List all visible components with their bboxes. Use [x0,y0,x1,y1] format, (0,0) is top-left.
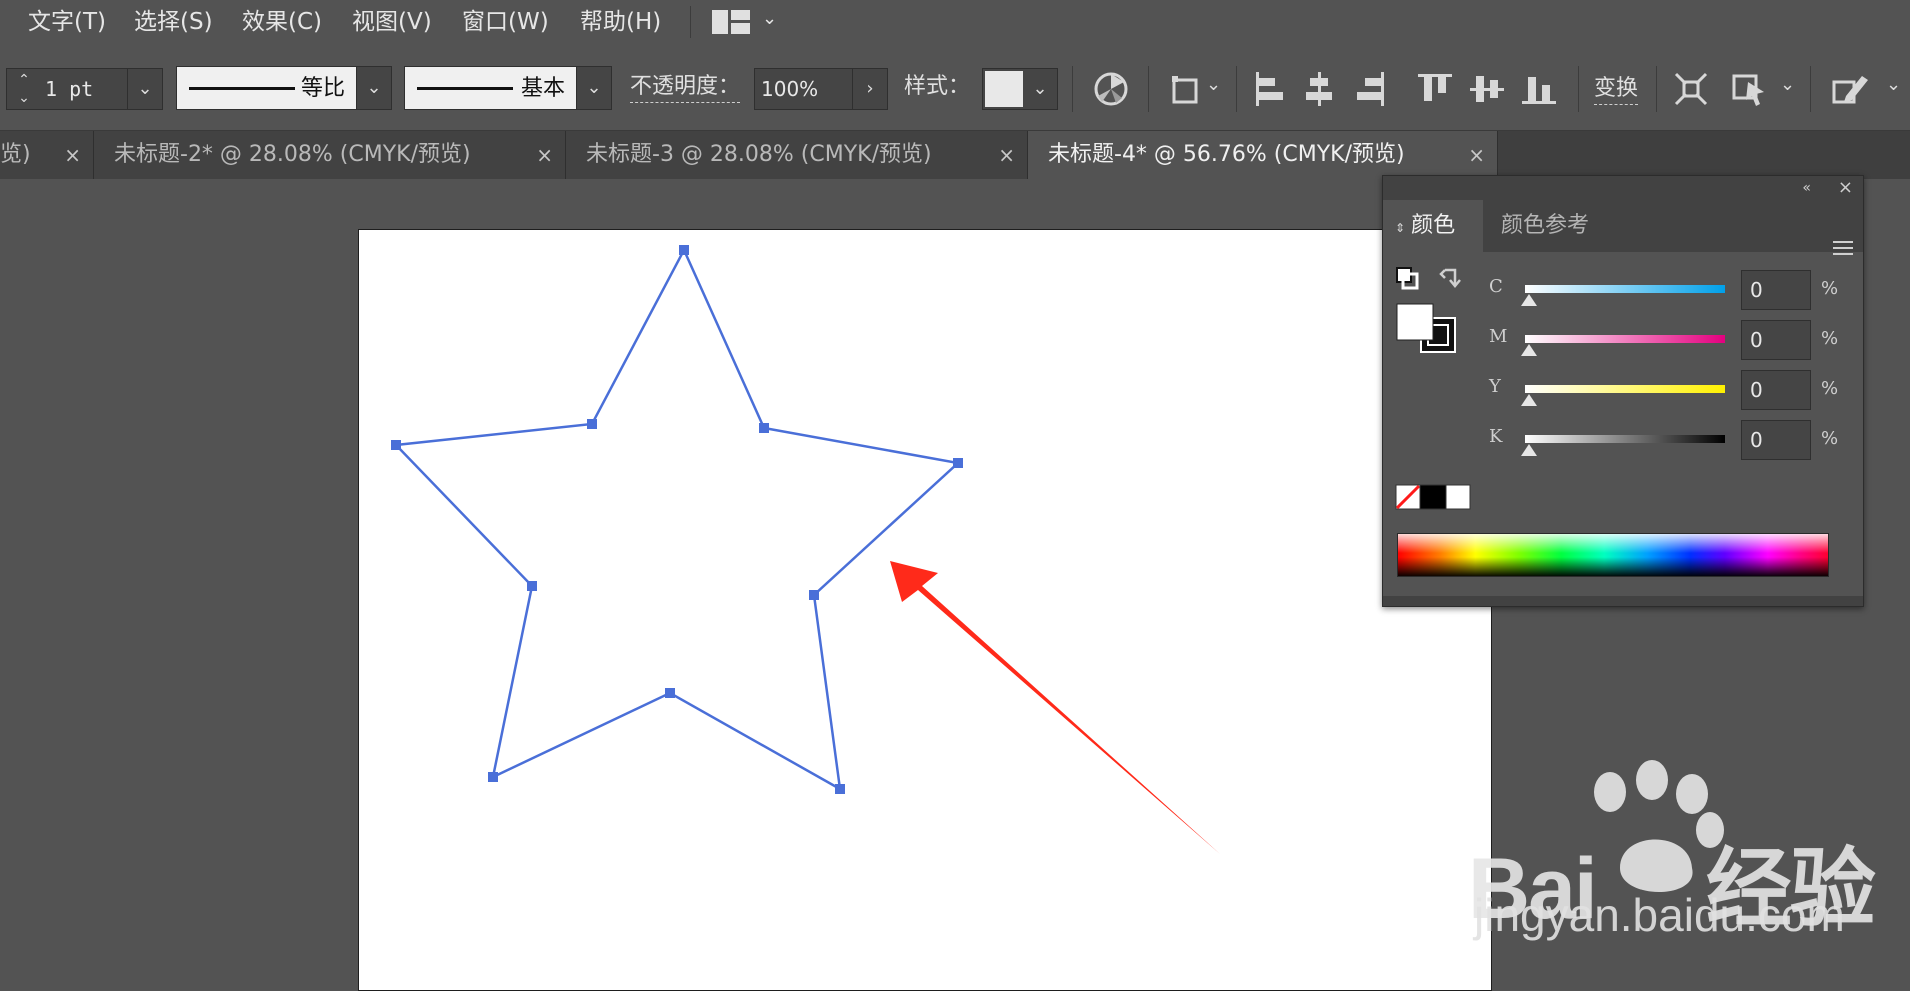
close-icon[interactable]: × [1838,176,1853,200]
updown-arrows-icon: ⇕ [1395,221,1406,235]
panel-menu-icon[interactable] [1833,240,1853,256]
channel-c-unit: % [1821,278,1839,299]
channel-m-field[interactable]: 0 [1741,320,1811,360]
panel-resize-grip[interactable] [1383,596,1863,606]
channel-m-label: M [1489,326,1508,347]
panel-tabs: ⇕ 颜色 颜色参考 [1383,200,1863,255]
channel-m-unit: % [1821,328,1839,349]
anchor-point[interactable] [527,581,537,591]
color-spectrum[interactable] [1397,533,1829,577]
channel-k-thumb[interactable] [1521,444,1537,456]
tab-color[interactable]: ⇕ 颜色 [1383,200,1483,252]
channel-c-slider[interactable] [1525,285,1725,293]
channel-y-label: Y [1489,376,1501,397]
channel-k-unit: % [1821,428,1839,449]
black-swatch [1419,484,1447,510]
red-arrow-annotation [890,561,1220,854]
channel-y-unit: % [1821,378,1839,399]
channel-c-thumb[interactable] [1521,294,1537,306]
tab-color-guide[interactable]: 颜色参考 [1485,200,1589,252]
channel-c-label: C [1489,276,1503,297]
default-fill-stroke-icon [1396,267,1419,290]
anchor-point[interactable] [665,688,675,698]
star-path[interactable] [393,247,961,792]
collapse-panel-icon[interactable]: « [1802,176,1811,200]
fill-stroke-widget[interactable] [1395,266,1475,366]
color-panel: « × ⇕ 颜色 颜色参考 C 0 % M 0 % Y 0 % K 0 % [1382,175,1864,607]
anchor-point[interactable] [953,458,963,468]
quick-swatches [1395,484,1471,510]
channel-k-field[interactable]: 0 [1741,420,1811,460]
anchor-point[interactable] [835,784,845,794]
channel-m-slider[interactable] [1525,335,1725,343]
anchor-point[interactable] [587,419,597,429]
anchor-point[interactable] [679,245,689,255]
channel-y-field[interactable]: 0 [1741,370,1811,410]
tab-color-guide-label: 颜色参考 [1501,213,1590,238]
anchor-point[interactable] [809,590,819,600]
channel-k-slider[interactable] [1525,435,1725,443]
channel-y-thumb[interactable] [1521,394,1537,406]
none-swatch [1395,484,1421,510]
panel-titlebar[interactable]: « × [1383,176,1863,200]
channel-y-slider[interactable] [1525,385,1725,393]
channel-m-thumb[interactable] [1521,344,1537,356]
anchor-point[interactable] [391,440,401,450]
tab-color-label: 颜色 [1411,213,1456,238]
channel-k-label: K [1489,426,1503,447]
swap-fill-stroke-icon [1439,268,1461,288]
watermark-url: jingyan.baidu.com [1474,889,1845,941]
anchor-point[interactable] [488,772,498,782]
channel-c-field[interactable]: 0 [1741,270,1811,310]
anchor-point[interactable] [759,423,769,433]
white-swatch [1445,484,1471,510]
fill-swatch [1396,303,1434,341]
